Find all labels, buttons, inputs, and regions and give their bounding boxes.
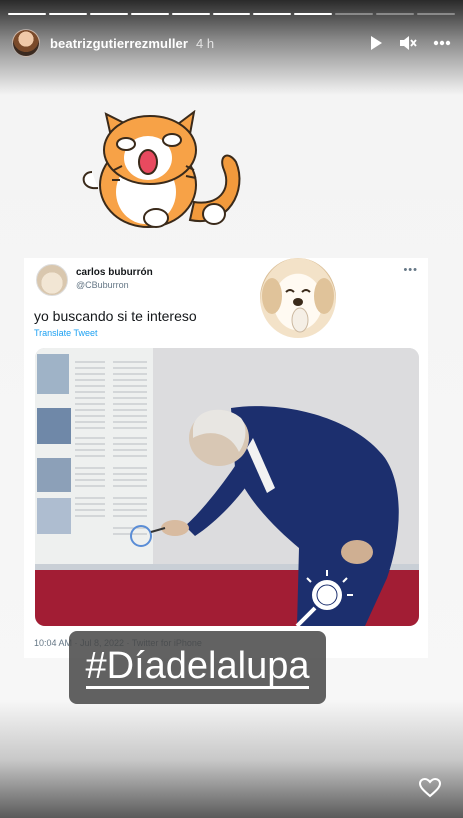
progress-segment [376,13,415,15]
mute-icon[interactable] [399,35,417,51]
progress-segment [89,13,128,15]
story-progress-bar [8,13,455,15]
tweet-author-handle: @CBuburron [76,280,129,290]
heart-icon[interactable] [418,777,442,803]
dog-sticker [260,258,336,338]
progress-segment [212,13,251,15]
tweet-text: yo buscando si te intereso [34,308,197,324]
tweet-more-icon: ••• [403,264,418,276]
more-icon[interactable] [433,40,451,46]
progress-segment [130,13,169,15]
tweet-card[interactable]: carlos buburrón @CBuburron ••• yo buscan… [24,258,428,658]
progress-segment [48,13,87,15]
username[interactable]: beatrizgutierrezmuller [50,36,188,51]
story-viewer: beatrizgutierrezmuller 4 h carlos buburr… [0,0,463,818]
progress-segment [253,13,292,15]
story-header: beatrizgutierrezmuller 4 h [12,28,451,58]
progress-segment [8,13,46,15]
avatar[interactable] [12,29,40,57]
post-time: 4 h [196,35,215,51]
hashtag-text: #Díadelalupa [85,645,310,689]
translate-tweet-link[interactable]: Translate Tweet [34,328,98,338]
progress-segment [417,13,455,15]
progress-segment [335,13,374,15]
tweet-author-name: carlos buburrón [76,267,153,278]
tweet-photo[interactable] [35,348,419,626]
tweet-avatar [36,264,68,296]
progress-segment [171,13,210,15]
cat-sticker [82,110,241,228]
hashtag-sticker[interactable]: #Díadelalupa [69,631,326,704]
progress-segment [294,13,333,15]
play-icon[interactable] [369,35,383,51]
header-controls [369,35,451,51]
